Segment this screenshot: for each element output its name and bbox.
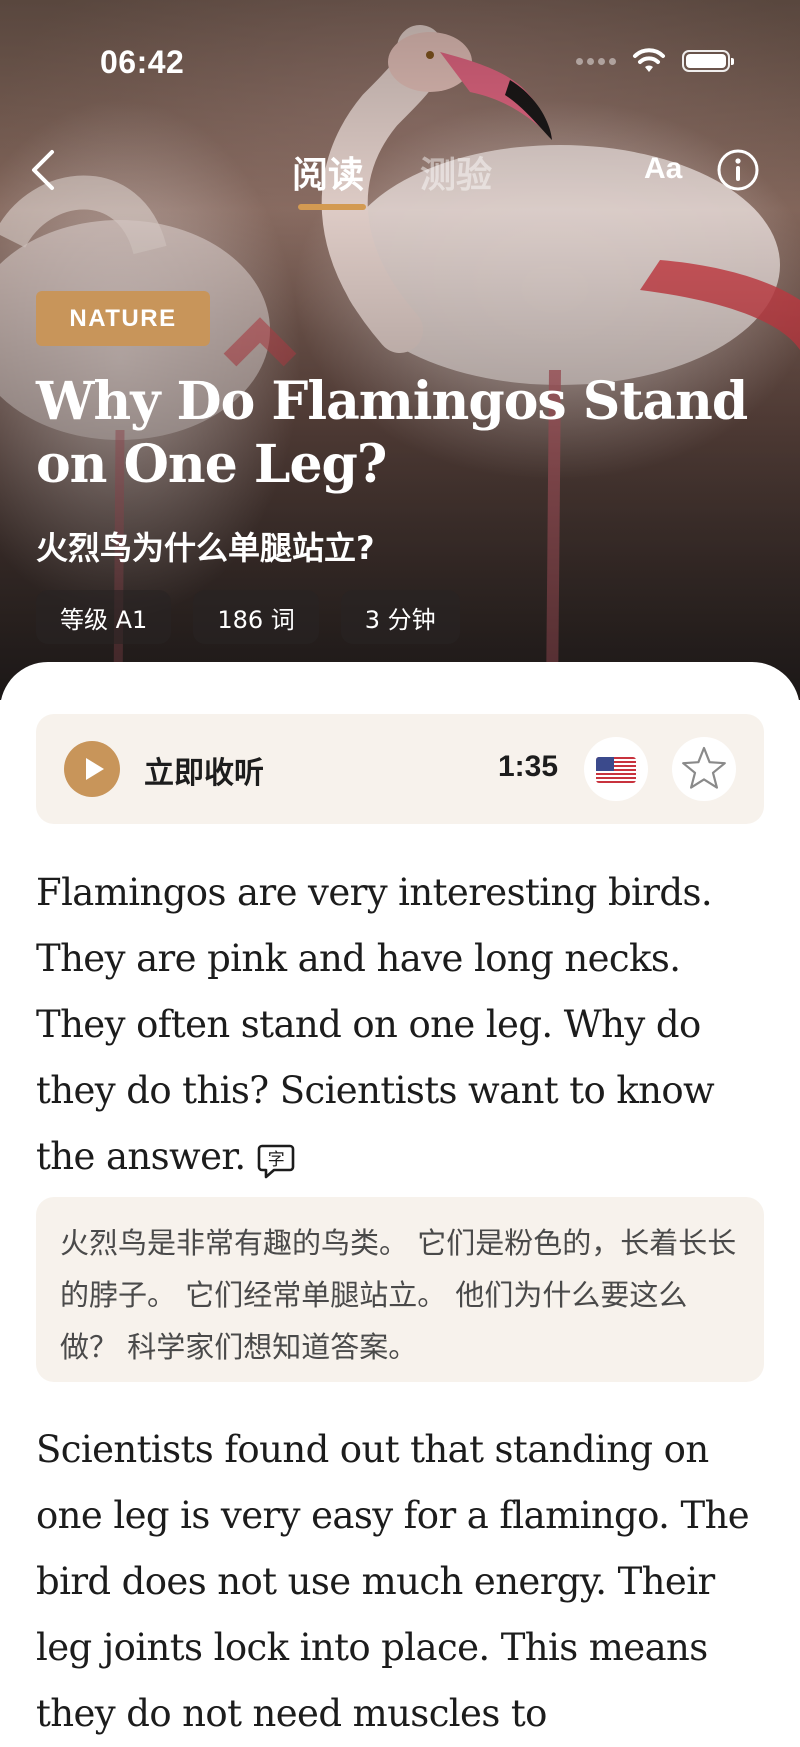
category-badge: NATURE [36,291,210,346]
tab-bar: 阅读 测验 [292,146,492,210]
audio-player: 立即收听 1:35 [36,714,764,824]
reading-time-chip: 3 分钟 [340,590,460,644]
listen-label: 立即收听 [144,756,264,791]
favorite-button[interactable] [672,737,736,801]
accent-button[interactable] [584,737,648,801]
level-chip: 等级 A1 [36,590,172,644]
paragraph-1-translation: 火烈鸟是非常有趣的鸟类。 它们是粉色的，长着长长的脖子。 它们经常单腿站立。 他… [36,1197,764,1382]
article-sheet: 立即收听 1:35 Flamingos are very interesting… [0,662,800,1739]
star-icon [682,746,726,789]
article-subtitle: 火烈鸟为什么单腿站立? [36,529,375,567]
battery-icon [682,50,734,72]
status-icons [576,48,734,74]
wifi-icon [633,48,665,72]
tab-read-label: 阅读 [292,155,365,196]
paragraph-1-text: Flamingos are very interesting birds. Th… [36,871,715,1178]
info-icon[interactable] [716,148,760,192]
status-time: 06:42 [100,44,185,80]
tab-quiz[interactable]: 测验 [420,146,492,198]
paragraph-1[interactable]: Flamingos are very interesting birds. Th… [36,860,776,1190]
play-button[interactable] [64,741,120,797]
play-icon [86,758,104,780]
audio-duration: 1:35 [498,750,559,783]
word-count-chip: 186 词 [193,590,319,644]
font-size-button[interactable]: Aa [644,152,682,186]
translate-icon[interactable]: 字 [256,1140,296,1180]
article-title: Why Do Flamingos Stand on One Leg? [36,371,748,495]
svg-text:字: 字 [267,1150,283,1170]
article-meta: 等级 A1 186 词 3 分钟 [36,590,460,644]
us-flag-icon [596,757,636,783]
tab-read[interactable]: 阅读 [292,146,366,210]
paragraph-2[interactable]: Scientists found out that standing on on… [36,1417,776,1747]
tab-active-indicator [298,204,366,210]
tab-quiz-label: 测验 [420,155,493,196]
cellular-signal-icon [576,57,616,65]
back-chevron-icon[interactable] [28,148,58,192]
